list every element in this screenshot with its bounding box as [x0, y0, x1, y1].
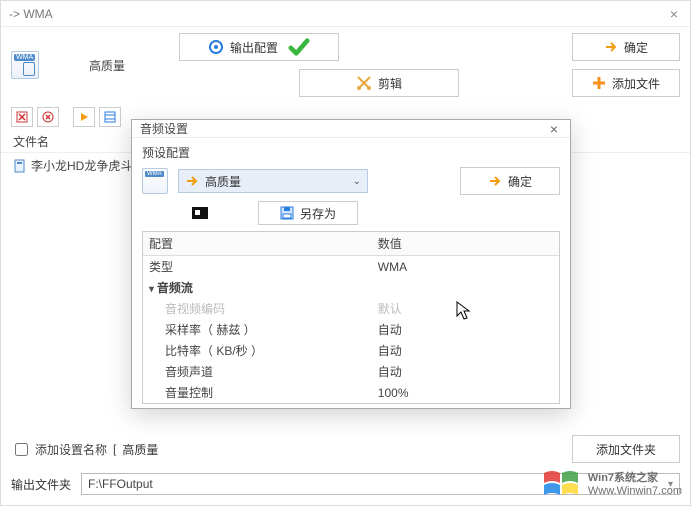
- settings-table[interactable]: 配置 数值 类型WMA音频流音视频编码默认采样率（ 赫兹 ）自动比特率（ KB/…: [142, 231, 560, 404]
- wma-format-icon: [11, 51, 39, 79]
- edit-button[interactable]: 剪辑: [299, 69, 459, 97]
- add-setting-checkbox[interactable]: [15, 443, 28, 456]
- table-row[interactable]: 音量控制100%: [143, 382, 559, 403]
- delete-item-button[interactable]: [11, 107, 33, 127]
- add-file-label: 添加文件: [612, 75, 660, 92]
- ok-button[interactable]: 确定: [572, 33, 680, 61]
- output-config-button[interactable]: 输出配置: [179, 33, 339, 61]
- dialog-close-icon[interactable]: ×: [546, 121, 562, 137]
- table-section[interactable]: 音频流: [143, 277, 559, 298]
- bottom-area: 添加设置名称 [ 高质量 添加文件夹 输出文件夹 F:\FFOutput ▾: [11, 435, 680, 495]
- add-setting-row: 添加设置名称 [ 高质量 添加文件夹: [11, 435, 680, 463]
- output-folder-value: F:\FFOutput: [88, 477, 153, 491]
- save-as-button[interactable]: 另存为: [258, 201, 358, 225]
- table-row[interactable]: 类型WMA: [143, 256, 559, 278]
- checkmark-icon: [288, 36, 310, 58]
- add-folder-button[interactable]: 添加文件夹: [572, 435, 680, 463]
- table-header-config: 配置: [143, 232, 372, 256]
- dialog-ok-label: 确定: [508, 173, 532, 190]
- top-row: 高质量 输出配置 剪辑 确定 添加文件: [1, 27, 690, 103]
- ok-button-label: 确定: [624, 39, 648, 56]
- preset-select-value: 高质量: [205, 173, 241, 190]
- output-config-label: 输出配置: [230, 39, 278, 56]
- play-icon: [78, 111, 90, 123]
- save-as-label: 另存为: [300, 205, 336, 222]
- add-setting-checkbox-label[interactable]: 添加设置名称: [11, 440, 107, 459]
- close-icon[interactable]: ×: [666, 6, 682, 22]
- chevron-down-icon: ▾: [668, 479, 673, 490]
- output-folder-label: 输出文件夹: [11, 476, 71, 493]
- audio-settings-dialog: 音频设置 × 预设配置 高质量 ⌄ 确定: [131, 119, 571, 409]
- info-button[interactable]: [99, 107, 121, 127]
- arrow-right-icon: [185, 174, 199, 188]
- output-folder-select[interactable]: F:\FFOutput ▾: [81, 473, 680, 495]
- cross-icon: [42, 111, 54, 123]
- console-icon: [192, 207, 208, 219]
- titlebar: -> WMA ×: [1, 1, 690, 27]
- wma-format-icon: [142, 168, 168, 194]
- grid-icon: [104, 111, 116, 123]
- quality-label: 高质量: [89, 57, 169, 74]
- clear-all-button[interactable]: [37, 107, 59, 127]
- dialog-header: 音频设置 ×: [132, 120, 570, 138]
- swirl-icon: [208, 39, 224, 55]
- scissors-icon: [356, 75, 372, 91]
- table-row[interactable]: 音频声道自动: [143, 361, 559, 382]
- preset-label: 预设配置: [142, 144, 560, 161]
- edit-button-label: 剪辑: [378, 75, 402, 92]
- add-setting-label-text: 添加设置名称: [35, 441, 107, 458]
- floppy-icon: [280, 206, 294, 220]
- arrow-right-icon: [488, 174, 502, 188]
- main-window: -> WMA × 高质量 输出配置 剪辑 确定 添加文件: [0, 0, 691, 506]
- preset-select[interactable]: 高质量 ⌄: [178, 169, 368, 193]
- dialog-title: 音频设置: [140, 120, 188, 137]
- add-folder-label: 添加文件夹: [596, 441, 656, 458]
- add-file-button[interactable]: 添加文件: [572, 69, 680, 97]
- plus-icon: [592, 76, 606, 90]
- dialog-ok-button[interactable]: 确定: [460, 167, 560, 195]
- arrow-right-icon: [604, 40, 618, 54]
- output-folder-row: 输出文件夹 F:\FFOutput ▾: [11, 473, 680, 495]
- remove-icon: [16, 111, 28, 123]
- table-row[interactable]: 采样率（ 赫兹 ）自动: [143, 319, 559, 340]
- window-title: -> WMA: [9, 7, 53, 21]
- table-header-value: 数值: [372, 232, 559, 256]
- file-name: 李小龙HD龙争虎斗.m: [31, 157, 146, 174]
- table-row[interactable]: 音视频编码默认: [143, 298, 559, 319]
- play-button[interactable]: [73, 107, 95, 127]
- add-setting-value: 高质量: [122, 441, 158, 458]
- chevron-down-icon: ⌄: [353, 176, 361, 187]
- table-row[interactable]: 比特率（ KB/秒 ）自动: [143, 340, 559, 361]
- file-icon: [13, 159, 27, 173]
